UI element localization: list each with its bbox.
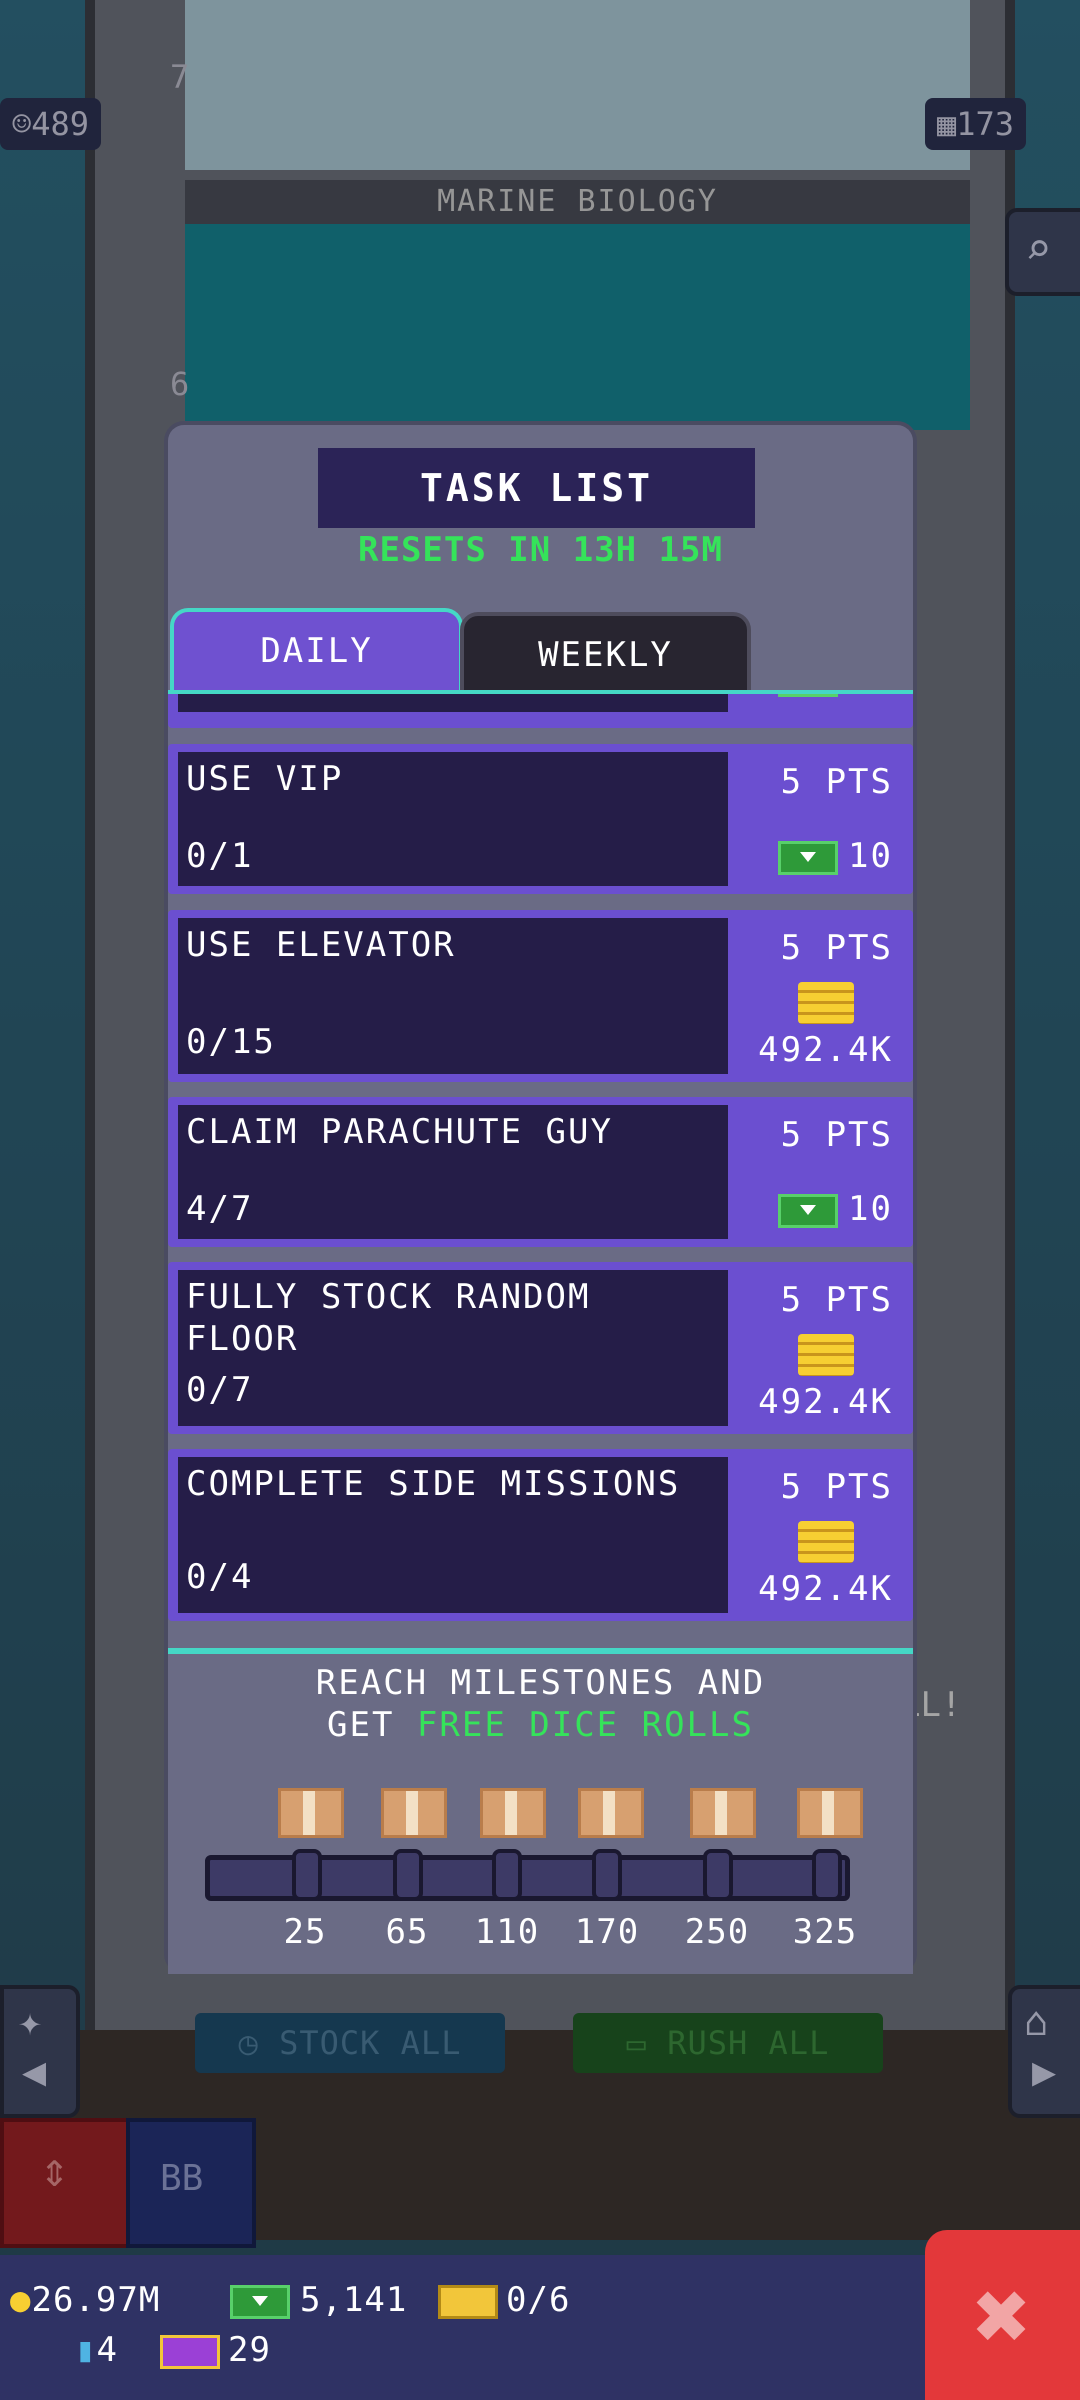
milestone-value: 110 xyxy=(474,1912,540,1952)
dice-box-icon[interactable] xyxy=(578,1788,644,1838)
task-reward: 492.4K xyxy=(758,1521,893,1609)
task-name: USE VIP xyxy=(186,759,344,799)
currency-bar xyxy=(0,2255,925,2400)
tickets-counter[interactable]: 0/6 xyxy=(438,2280,570,2320)
gems-counter[interactable]: 29 xyxy=(160,2330,271,2370)
task-name: COMPLETE SIDE MISSIONS xyxy=(186,1464,681,1504)
dice-box-icon[interactable] xyxy=(690,1788,756,1838)
milestone-value: 25 xyxy=(283,1912,327,1952)
coins-counter[interactable]: ●26.97M xyxy=(10,2280,160,2320)
task-row: 0/2 10 xyxy=(168,694,913,728)
keys-counter[interactable]: ▮4 xyxy=(75,2330,118,2370)
bux-icon xyxy=(230,2284,290,2319)
dice-box-icon[interactable] xyxy=(480,1788,546,1838)
bux-icon xyxy=(778,694,839,697)
close-icon: ✖ xyxy=(973,2260,1032,2372)
task-reward: 492.4K xyxy=(758,1334,893,1422)
task-row: COMPLETE SIDE MISSIONS 0/4 5 PTS 492.4K xyxy=(168,1449,913,1621)
close-button[interactable]: ✖ xyxy=(925,2230,1080,2400)
bux-icon xyxy=(778,1193,839,1228)
task-points: 5 PTS xyxy=(780,762,893,802)
task-reward: 10 xyxy=(778,836,893,876)
bux-counter[interactable]: 5,141 xyxy=(230,2280,407,2320)
milestone-value: 65 xyxy=(385,1912,429,1952)
milestone-value: 170 xyxy=(574,1912,640,1952)
task-progress: 0/4 xyxy=(186,1557,254,1597)
task-name: CLAIM PARACHUTE GUY xyxy=(186,1112,613,1152)
task-reward: 492.4K xyxy=(758,982,893,1070)
coins-icon xyxy=(797,982,854,1024)
task-row: CLAIM PARACHUTE GUY 4/7 5 PTS 10 xyxy=(168,1097,913,1247)
task-name: FULLY STOCK RANDOM FLOOR xyxy=(186,1277,591,1359)
milestone-node xyxy=(592,1849,622,1901)
task-name: USE ELEVATOR xyxy=(186,925,456,965)
task-points: 5 PTS xyxy=(780,1280,893,1320)
task-row: USE ELEVATOR 0/15 5 PTS 492.4K xyxy=(168,910,913,1082)
milestone-node xyxy=(492,1849,522,1901)
gem-ticket-icon xyxy=(160,2334,220,2369)
task-reward: 10 xyxy=(778,1189,893,1229)
task-progress: 4/7 xyxy=(186,1189,254,1229)
key-icon: ▮ xyxy=(75,2330,97,2370)
dice-box-icon[interactable] xyxy=(278,1788,344,1838)
task-progress: 0/7 xyxy=(186,1370,254,1410)
dice-box-icon[interactable] xyxy=(797,1788,863,1838)
coins-icon xyxy=(797,1521,854,1563)
milestone-node xyxy=(393,1849,423,1901)
task-row: USE VIP 0/1 5 PTS 10 xyxy=(168,744,913,894)
milestone-node xyxy=(292,1849,322,1901)
tab-weekly[interactable]: WEEKLY xyxy=(460,612,751,698)
milestone-value: 325 xyxy=(792,1912,858,1952)
coins-icon xyxy=(797,1334,854,1376)
milestone-value: 250 xyxy=(684,1912,750,1952)
dice-box-icon[interactable] xyxy=(381,1788,447,1838)
task-progress: 0/1 xyxy=(186,836,254,876)
golden-ticket-icon xyxy=(438,2284,498,2319)
bux-icon xyxy=(778,840,839,875)
task-row: FULLY STOCK RANDOM FLOOR 0/7 5 PTS 492.4… xyxy=(168,1262,913,1434)
tab-daily[interactable]: DAILY xyxy=(170,608,463,690)
milestone-node xyxy=(703,1849,733,1901)
reset-timer: RESETS IN 13H 15M xyxy=(358,530,723,570)
task-list[interactable]: 0/2 10 USE VIP 0/1 5 PTS 10 USE ELEVATOR… xyxy=(168,690,913,1649)
task-progress: 0/15 xyxy=(186,1022,276,1062)
task-points: 5 PTS xyxy=(780,928,893,968)
milestone-text: REACH MILESTONES AND GET FREE DICE ROLLS xyxy=(315,1663,766,1745)
task-progress: 0/2 xyxy=(186,694,253,698)
task-points: 5 PTS xyxy=(780,1467,893,1507)
modal-title: TASK LIST xyxy=(318,448,755,528)
task-reward: 10 xyxy=(778,694,893,698)
coin-icon: ● xyxy=(10,2280,32,2320)
milestone-node xyxy=(812,1849,842,1901)
task-points: 5 PTS xyxy=(780,1115,893,1155)
